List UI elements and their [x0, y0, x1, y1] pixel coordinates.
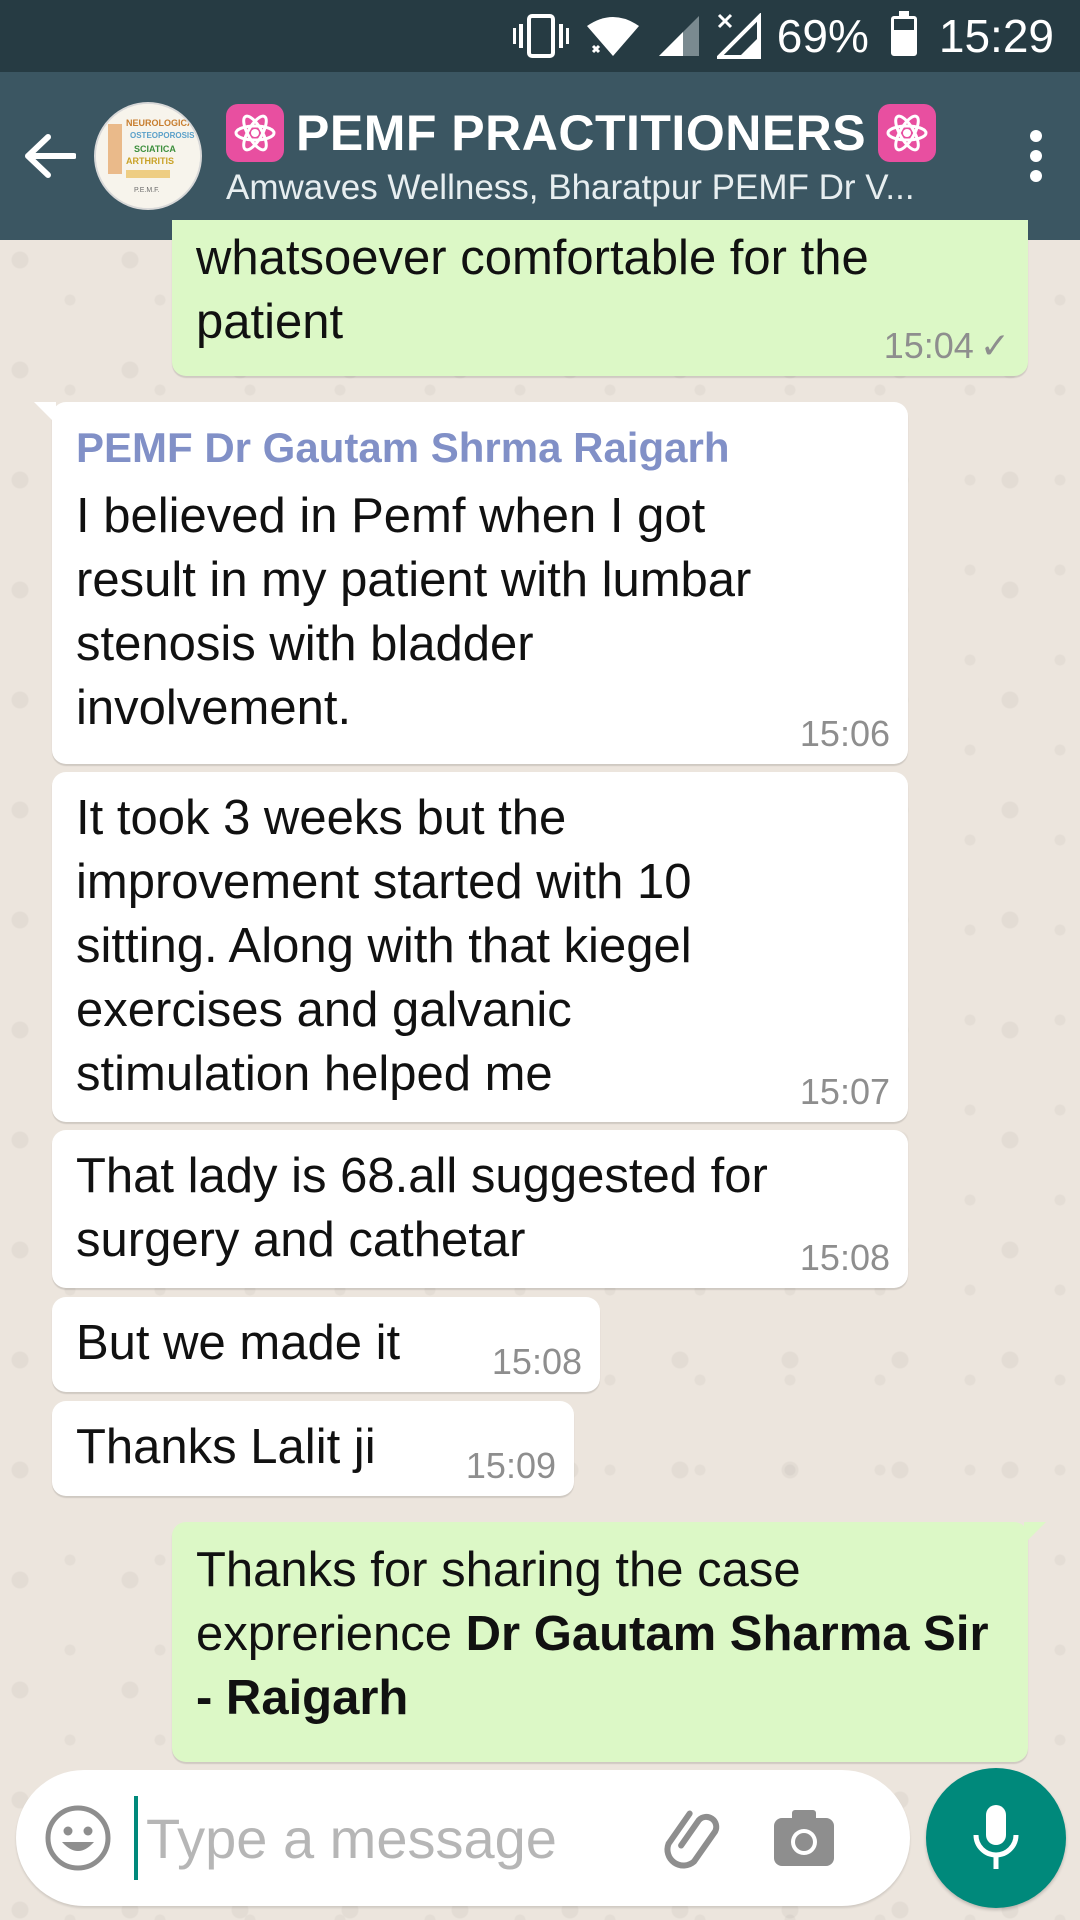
message-bubble-incoming[interactable]: PEMF Dr Gautam Shrma Raigarh I believed …: [34, 402, 908, 764]
atom-symbol-icon: [226, 104, 284, 162]
avatar-word-2: OSTEOPOROSIS: [130, 131, 195, 140]
sent-check-icon: ✓: [979, 325, 1010, 366]
sender-name: PEMF Dr Gautam Shrma Raigarh: [76, 424, 730, 471]
back-arrow-icon[interactable]: [10, 96, 90, 216]
message-text: Thanks for sharing the case exprerience …: [196, 1538, 996, 1730]
message-timestamp: 15:06: [799, 713, 890, 754]
message-text: It took 3 weeks but the improvement star…: [76, 791, 692, 1101]
message-bubble-incoming[interactable]: But we made it 15:08: [52, 1297, 600, 1392]
message-timestamp: 15:04 ✓: [883, 325, 1010, 366]
overflow-menu-icon[interactable]: [1006, 96, 1066, 216]
message-text: I believed in Pemf when I got result in …: [76, 489, 752, 735]
avatar-word-5: P.E.M.F.: [134, 187, 160, 194]
voice-record-button[interactable]: [926, 1768, 1066, 1908]
message-timestamp: 15:07: [799, 1071, 890, 1112]
signal-icon: [657, 14, 701, 58]
clock: 15:29: [938, 10, 1054, 62]
message-timestamp: 15:09: [465, 1445, 556, 1486]
avatar-word-4: ARTHRITIS: [126, 156, 174, 166]
chat-title-block[interactable]: PEMF PRACTITIONERS Amwaves Wellness, Bha…: [226, 104, 1006, 208]
text-cursor: [134, 1796, 138, 1880]
message-timestamp: 15:08: [799, 1237, 890, 1278]
battery-percent: 69%: [776, 10, 869, 62]
atom-symbol-icon: [878, 104, 937, 162]
message-text: whatsoever comfortable for the patient: [196, 231, 869, 349]
message-composer: [16, 1770, 910, 1906]
vibrate-icon: [512, 14, 569, 58]
avatar-word-3: SCIATICA: [134, 144, 176, 154]
message-text: That lady is 68.all suggested for surger…: [76, 1149, 768, 1267]
message-bubble-outgoing[interactable]: Thanks for sharing the case exprerience …: [172, 1522, 1046, 1762]
message-bubble-outgoing[interactable]: whatsoever comfortable for the patient 1…: [172, 220, 1028, 376]
message-input[interactable]: [144, 1804, 648, 1872]
message-timestamp: 15:08: [491, 1341, 582, 1382]
message-bubble-incoming[interactable]: That lady is 68.all suggested for surger…: [52, 1130, 908, 1288]
chat-header: NEUROLOGICAL OSTEOPOROSIS SCIATICA ARTHR…: [0, 72, 1080, 240]
status-bar: 69% 15:29: [0, 0, 1080, 72]
chat-title: PEMF PRACTITIONERS: [296, 105, 867, 161]
avatar-word-1: NEUROLOGICAL: [126, 118, 200, 128]
message-bubble-incoming[interactable]: Thanks Lalit ji 15:09: [52, 1401, 574, 1496]
group-avatar[interactable]: NEUROLOGICAL OSTEOPOROSIS SCIATICA ARTHR…: [94, 102, 202, 210]
emoji-icon[interactable]: [44, 1804, 112, 1872]
camera-icon[interactable]: [772, 1808, 836, 1868]
message-bubble-incoming[interactable]: It took 3 weeks but the improvement star…: [52, 772, 908, 1122]
attachment-icon[interactable]: [660, 1803, 730, 1873]
no-signal-icon: [716, 13, 761, 59]
microphone-icon: [972, 1803, 1020, 1873]
wifi-icon: [585, 14, 641, 58]
battery-icon: [890, 11, 917, 56]
chat-subtitle: Amwaves Wellness, Bharatpur PEMF Dr V...: [226, 168, 915, 207]
